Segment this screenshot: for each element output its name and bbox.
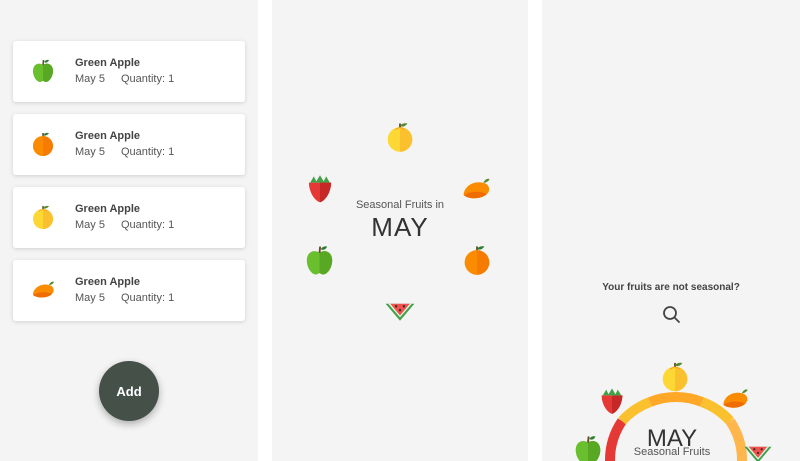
orange-icon xyxy=(30,131,56,157)
search-icon[interactable] xyxy=(660,303,682,325)
lemon-icon xyxy=(30,204,56,230)
watermelon-icon[interactable] xyxy=(382,288,418,322)
seasonal-wheel-screen: Seasonal Fruits in MAY xyxy=(272,0,528,461)
mango-icon[interactable] xyxy=(718,384,752,414)
list-item[interactable]: Green Apple May 5 Quantity: 1 xyxy=(13,187,245,248)
item-date: May 5 xyxy=(75,73,105,85)
not-seasonal-screen: Your fruits are not seasonal? MAY Season… xyxy=(542,0,800,461)
item-quantity: Quantity: 1 xyxy=(121,292,175,304)
arc-segment-orange xyxy=(648,391,704,407)
green-apple-icon[interactable] xyxy=(572,434,604,461)
item-date: May 5 xyxy=(75,146,105,158)
not-seasonal-question: Your fruits are not seasonal? xyxy=(602,282,740,293)
item-quantity: Quantity: 1 xyxy=(121,219,175,231)
green-apple-icon xyxy=(30,58,56,84)
list-item[interactable]: Green Apple May 5 Quantity: 1 xyxy=(13,114,245,175)
item-name: Green Apple xyxy=(75,276,140,288)
mango-icon xyxy=(30,277,56,303)
strawberry-icon[interactable] xyxy=(597,383,627,417)
item-quantity: Quantity: 1 xyxy=(121,73,175,85)
watermelon-icon[interactable] xyxy=(741,432,775,461)
list-item[interactable]: Green Apple May 5 Quantity: 1 xyxy=(13,41,245,102)
wheel-month: MAY xyxy=(371,212,429,242)
item-name: Green Apple xyxy=(75,57,140,69)
item-date: May 5 xyxy=(75,219,105,231)
fruit-list-screen: Green Apple May 5 Quantity: 1 Green Appl… xyxy=(0,0,258,461)
lemon-icon[interactable] xyxy=(659,360,691,393)
add-button[interactable]: Add xyxy=(99,361,159,421)
list-item[interactable]: Green Apple May 5 Quantity: 1 xyxy=(13,260,245,321)
orange-icon[interactable] xyxy=(461,244,493,276)
green-apple-icon[interactable] xyxy=(303,244,336,277)
item-quantity: Quantity: 1 xyxy=(121,146,175,158)
item-date: May 5 xyxy=(75,292,105,304)
arc-subtitle: Seasonal Fruits xyxy=(633,446,711,458)
wheel-title: Seasonal Fruits in xyxy=(355,199,445,211)
item-name: Green Apple xyxy=(75,203,140,215)
lemon-icon[interactable] xyxy=(384,120,416,154)
item-name: Green Apple xyxy=(75,130,140,142)
